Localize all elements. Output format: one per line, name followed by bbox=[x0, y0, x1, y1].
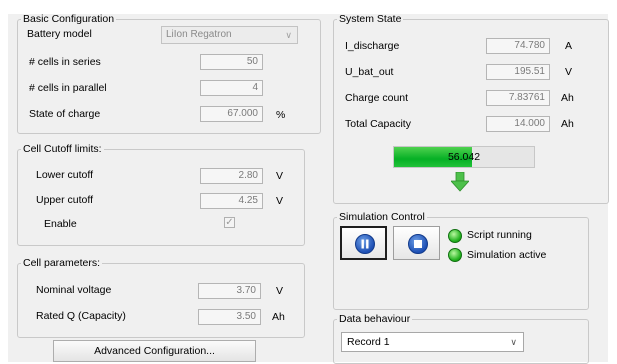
charge-progress-text: 56.042 bbox=[447, 151, 481, 163]
nominal-voltage-field[interactable]: 3.70 bbox=[198, 283, 261, 299]
cell-cutoff-title: Cell Cutoff limits: bbox=[23, 143, 102, 155]
u-bat-out-field[interactable]: 195.51 bbox=[486, 64, 550, 80]
state-of-charge-unit: % bbox=[276, 109, 286, 121]
u-bat-out-unit: V bbox=[565, 66, 573, 78]
u-bat-out-label: U_bat_out bbox=[345, 66, 394, 78]
simulation-active-led-icon bbox=[448, 248, 462, 262]
cells-parallel-label: # cells in parallel bbox=[29, 82, 107, 94]
upper-cutoff-field[interactable]: 4.25 bbox=[200, 193, 263, 209]
lower-cutoff-label: Lower cutoff bbox=[36, 169, 94, 181]
battery-model-select[interactable]: LiIon Regatron ∨ bbox=[161, 26, 298, 44]
chevron-down-icon: ∨ bbox=[285, 30, 292, 40]
cell-parameters-title: Cell parameters: bbox=[23, 257, 101, 269]
script-running-led-icon bbox=[448, 229, 462, 243]
upper-cutoff-unit: V bbox=[276, 195, 284, 207]
total-capacity-field[interactable]: 14.000 bbox=[486, 116, 550, 132]
simulation-control-title: Simulation Control bbox=[339, 211, 425, 223]
lower-cutoff-unit: V bbox=[276, 170, 284, 182]
i-discharge-unit: A bbox=[565, 40, 573, 52]
total-capacity-unit: Ah bbox=[561, 118, 574, 130]
basic-configuration-title: Basic Configuration bbox=[23, 13, 115, 25]
arrow-down-icon bbox=[451, 172, 469, 192]
nominal-voltage-unit: V bbox=[276, 285, 284, 297]
i-discharge-field[interactable]: 74.780 bbox=[486, 38, 550, 54]
data-behaviour-value: Record 1 bbox=[347, 336, 390, 348]
simulation-active-label: Simulation active bbox=[467, 249, 547, 261]
rated-q-unit: Ah bbox=[272, 311, 285, 323]
i-discharge-label: I_discharge bbox=[345, 40, 400, 52]
upper-cutoff-label: Upper cutoff bbox=[36, 194, 94, 206]
charge-count-label: Charge count bbox=[345, 92, 409, 104]
enable-label: Enable bbox=[44, 218, 77, 230]
charge-count-unit: Ah bbox=[561, 92, 574, 104]
stop-icon bbox=[408, 234, 428, 254]
advanced-configuration-button[interactable]: Advanced Configuration... bbox=[53, 340, 256, 362]
pause-button[interactable] bbox=[340, 226, 387, 260]
enable-checkbox[interactable]: ✓ bbox=[224, 217, 235, 228]
nominal-voltage-label: Nominal voltage bbox=[36, 284, 112, 296]
pause-icon bbox=[355, 234, 375, 254]
chevron-down-icon: ∨ bbox=[510, 337, 517, 347]
cells-series-label: # cells in series bbox=[29, 56, 101, 68]
charge-count-field[interactable]: 7.83761 bbox=[486, 90, 550, 106]
main-window: Basic Configuration Battery model LiIon … bbox=[8, 13, 609, 364]
cells-series-field[interactable]: 50 bbox=[200, 54, 263, 70]
rated-q-label: Rated Q (Capacity) bbox=[36, 310, 126, 322]
lower-cutoff-field[interactable]: 2.80 bbox=[200, 168, 263, 184]
battery-model-value: LiIon Regatron bbox=[166, 29, 232, 40]
cells-parallel-field[interactable]: 4 bbox=[200, 80, 263, 96]
cell-parameters-group: Cell parameters: bbox=[17, 258, 305, 338]
battery-model-label: Battery model bbox=[27, 28, 92, 40]
system-state-title: System State bbox=[339, 13, 402, 25]
stop-button[interactable] bbox=[393, 226, 440, 260]
rated-q-field[interactable]: 3.50 bbox=[198, 309, 261, 325]
state-of-charge-field[interactable]: 67.000 bbox=[200, 106, 263, 122]
data-behaviour-title: Data behaviour bbox=[339, 313, 411, 325]
charge-progress-bar: 56.042 bbox=[393, 146, 535, 168]
total-capacity-label: Total Capacity bbox=[345, 118, 411, 130]
script-running-label: Script running bbox=[467, 229, 532, 241]
data-behaviour-select[interactable]: Record 1 ∨ bbox=[341, 332, 524, 352]
state-of-charge-label: State of charge bbox=[29, 108, 101, 120]
